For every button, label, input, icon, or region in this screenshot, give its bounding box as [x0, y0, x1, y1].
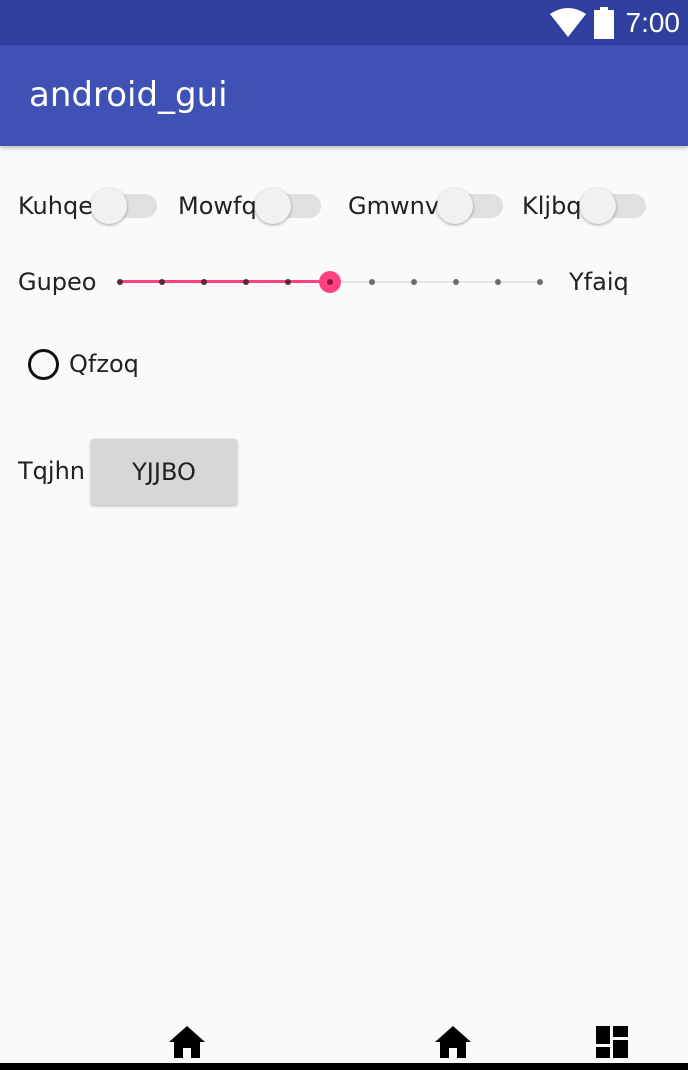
app-title: android_gui: [29, 75, 228, 115]
slider-row: Gupeo Yfaiq: [0, 262, 688, 302]
slider-fill: [120, 280, 330, 283]
status-icons: 7:00: [549, 0, 681, 45]
switch-label: Kuhqe: [18, 192, 93, 220]
slider-tick: [495, 279, 501, 285]
yjjbo-button[interactable]: YJJBO: [91, 439, 237, 505]
toggle-switch[interactable]: [90, 186, 157, 226]
slider-tick: [117, 279, 123, 285]
slider-tick: [285, 279, 291, 285]
slider-max-label: Yfaiq: [569, 268, 629, 296]
slider-tick: [201, 279, 207, 285]
toggle-switch[interactable]: [254, 186, 321, 226]
switch-mowfq[interactable]: Mowfq: [178, 186, 321, 226]
dashboard-icon[interactable]: [596, 1026, 628, 1058]
app-bar: android_gui: [0, 45, 688, 146]
wifi-icon: [549, 7, 586, 38]
radio-qfzoq[interactable]: Qfzoq: [28, 344, 139, 384]
switch-kuhqe[interactable]: Kuhqe: [18, 186, 157, 226]
slider-tick: [453, 279, 459, 285]
switch-thumb[interactable]: [579, 188, 616, 224]
slider-tick: [243, 279, 249, 285]
switch-thumb[interactable]: [254, 188, 291, 224]
slider-tick: [537, 279, 543, 285]
nav-bar: [0, 1018, 688, 1070]
toggle-switch[interactable]: [437, 186, 504, 226]
slider-tick: [411, 279, 417, 285]
battery-icon: [593, 6, 614, 39]
switch-thumb[interactable]: [437, 188, 474, 224]
slider-tick: [159, 279, 165, 285]
switch-kljbq[interactable]: Kljbq: [522, 186, 646, 226]
toggle-switch[interactable]: [579, 186, 646, 226]
slider-thumb[interactable]: [319, 271, 341, 293]
nav-bar-bottom-line: [0, 1063, 688, 1070]
discrete-slider[interactable]: [110, 262, 560, 302]
status-bar: 7:00: [0, 0, 688, 45]
switch-label: Mowfq: [178, 192, 257, 220]
switch-thumb[interactable]: [90, 188, 127, 224]
slider-tick: [369, 279, 375, 285]
home-icon[interactable]: [435, 1026, 471, 1058]
switch-gmwnv[interactable]: Gmwnv: [348, 186, 504, 226]
radio-label: Qfzoq: [69, 350, 139, 378]
home-icon[interactable]: [169, 1026, 205, 1058]
form-label: Tqjhn: [18, 457, 85, 485]
radio-button-circle[interactable]: [28, 348, 59, 380]
slider-min-label: Gupeo: [18, 268, 97, 296]
clock: 7:00: [625, 7, 681, 38]
switch-label: Kljbq: [522, 192, 582, 220]
switch-label: Gmwnv: [348, 192, 440, 220]
